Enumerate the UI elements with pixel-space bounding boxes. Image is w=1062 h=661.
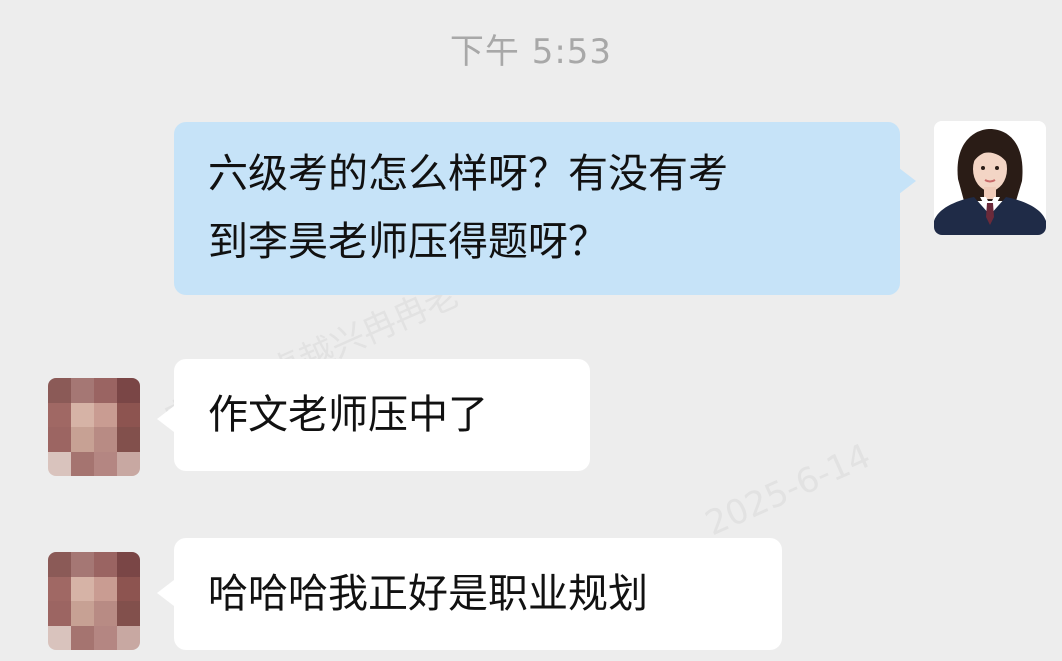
pixelated-avatar-icon: [48, 378, 140, 476]
message-line: 到李昊老师压得题呀？: [208, 219, 608, 265]
self-avatar[interactable]: [934, 121, 1046, 235]
message-bubble-sent[interactable]: 六级考的怎么样呀？有没有考 到李昊老师压得题呀？: [174, 122, 900, 295]
bubble-tail: [157, 580, 174, 606]
message-line: 作文老师压中了: [208, 392, 488, 438]
watermark-lower: 2025-6-14: [699, 436, 876, 544]
other-avatar[interactable]: [48, 378, 140, 476]
chat-timestamp: 下午 5:53: [449, 32, 613, 72]
message-line: 六级考的怎么样呀？有没有考: [208, 151, 728, 197]
woman-portrait-avatar-icon: [934, 121, 1046, 235]
bubble-tail: [157, 406, 174, 432]
other-avatar[interactable]: [48, 552, 140, 650]
bubble-tail: [899, 168, 916, 194]
message-bubble-received[interactable]: 哈哈哈我正好是职业规划: [174, 538, 782, 650]
watermark-line: 2025-6-14: [699, 435, 877, 545]
message-line: 哈哈哈我正好是职业规划: [208, 571, 648, 617]
message-bubble-received[interactable]: 作文老师压中了: [174, 359, 590, 471]
pixelated-avatar-icon: [48, 552, 140, 650]
